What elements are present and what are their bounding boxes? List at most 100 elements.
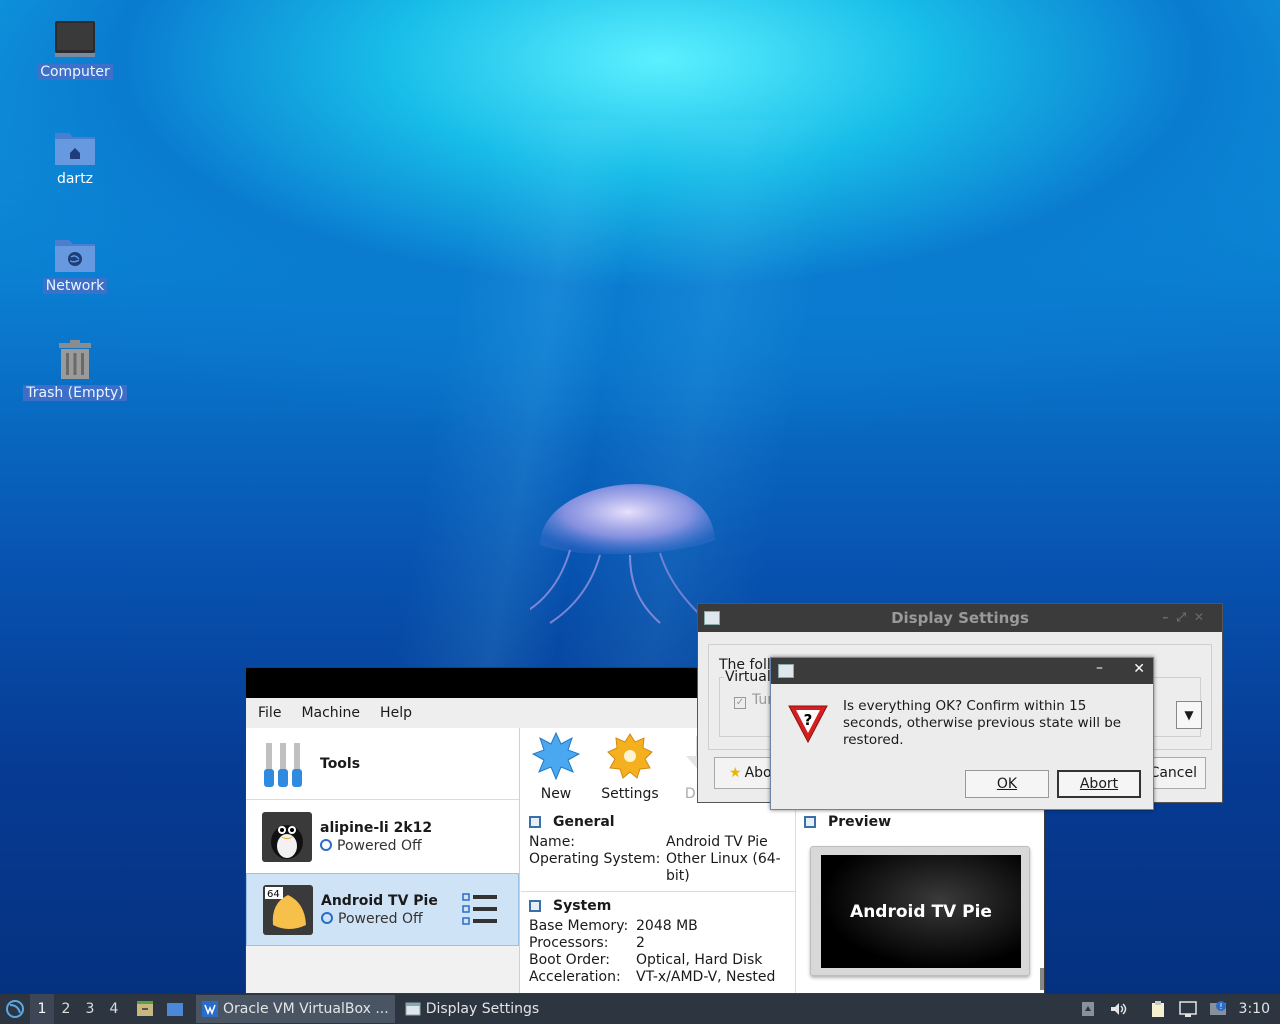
settings-label: Settings (601, 786, 659, 802)
preview-section-header[interactable]: Preview (796, 808, 1044, 834)
vm-item-alpine[interactable]: alipine-li 2k12 Powered Off (246, 800, 519, 873)
svg-text:?: ? (804, 711, 813, 729)
close-icon[interactable]: ✕ (1133, 661, 1145, 677)
os-value: Other Linux (64-bit) (666, 851, 781, 884)
show-desktop-icon[interactable] (166, 1000, 184, 1018)
vm-item-text: Android TV Pie Powered Off (321, 893, 438, 927)
svg-text:64: 64 (267, 889, 280, 900)
name-label: Name: (529, 834, 576, 850)
window-icon (704, 611, 720, 625)
clipboard-eject-icon[interactable] (1079, 1000, 1097, 1018)
menu-machine[interactable]: Machine (301, 705, 360, 721)
lxqt-logo-icon (6, 1000, 24, 1018)
linux-penguin-icon (262, 811, 312, 862)
volume-icon[interactable] (1109, 1000, 1127, 1018)
name-value: Android TV Pie (666, 834, 768, 850)
about-label: Abo (744, 765, 772, 781)
desktop-icon-computer[interactable]: Computer (20, 18, 130, 80)
abort-button[interactable]: Abort (1057, 770, 1141, 798)
new-button[interactable]: New (527, 732, 585, 802)
settings-button[interactable]: Settings (601, 732, 659, 802)
vm-item-android-tv-pie[interactable]: 64 Android TV Pie Powered Off (246, 873, 519, 946)
desktop-icon-label: Network (42, 278, 108, 294)
desktop-icon-network[interactable]: Network (20, 232, 130, 294)
vm-state-label: Powered Off (338, 910, 423, 927)
task-display-settings[interactable]: Display Settings (399, 995, 545, 1023)
monitor-icon (55, 21, 95, 57)
workspace-1[interactable]: 1 (30, 994, 54, 1024)
workspace-4[interactable]: 4 (102, 994, 126, 1024)
confirm-message: Is everything OK? Confirm within 15 seco… (843, 698, 1122, 748)
general-icon (529, 816, 541, 828)
memory-value: 2048 MB (636, 918, 698, 934)
minimize-icon[interactable]: – (1096, 660, 1103, 676)
desktop-icon-label: Trash (Empty) (23, 385, 127, 401)
details-scrollbar[interactable] (1040, 968, 1044, 990)
group-label: Virtual- (724, 669, 777, 685)
general-section-header[interactable]: General (521, 808, 795, 834)
workspace-3[interactable]: 3 (78, 994, 102, 1024)
tools-label: Tools (320, 755, 361, 772)
desktop-icon-label: Computer (37, 64, 113, 80)
clipboard-icon[interactable] (1149, 1000, 1167, 1018)
taskbar: 1 2 3 4 Oracle VM VirtualBox ... Display… (0, 994, 1280, 1024)
new-starburst-icon (532, 732, 580, 780)
task-label: Oracle VM VirtualBox ... (223, 1001, 389, 1017)
desktop-icon-label: dartz (56, 171, 94, 187)
processors-label: Processors: (529, 935, 609, 951)
display-settings-titlebar[interactable]: Display Settings –⤢✕ (698, 604, 1222, 632)
network-folder-icon (55, 240, 95, 272)
confirm-dialog: – ✕ ? Is everything OK? Confirm within 1… (770, 657, 1154, 810)
combo-dropdown-button[interactable]: ▼ (1176, 701, 1202, 729)
checkbox-checked-icon: ✓ (734, 697, 746, 709)
vm-state: Powered Off (320, 838, 432, 854)
memory-label: Base Memory: (529, 918, 629, 934)
window-icon (778, 664, 794, 678)
vm-name: alipine-li 2k12 (320, 819, 433, 836)
star-icon: ★ (729, 765, 742, 781)
network-monitor-icon[interactable] (1178, 1000, 1197, 1018)
notification-icon[interactable]: ! (1209, 1000, 1227, 1018)
desktop-icon-home-folder[interactable]: dartz (20, 125, 130, 187)
vm-item-text: alipine-li 2k12 Powered Off (320, 820, 432, 854)
menu-file[interactable]: File (258, 705, 281, 721)
desktop-icon-trash[interactable]: Trash (Empty) (20, 339, 130, 401)
task-label: Display Settings (425, 1001, 540, 1017)
system-tray: ! 3:10 (1073, 994, 1280, 1024)
vm-details-menu-icon[interactable] (461, 892, 501, 928)
turn-on-checkbox[interactable]: ✓ Tur (734, 692, 773, 709)
general-heading: General (553, 814, 615, 830)
boot-order-label: Boot Order: (529, 952, 610, 968)
system-section-header[interactable]: System (521, 892, 795, 918)
task-virtualbox[interactable]: Oracle VM VirtualBox ... (196, 995, 395, 1023)
vm-state-label: Powered Off (337, 837, 422, 854)
start-menu-button[interactable] (0, 994, 30, 1024)
preview-heading: Preview (828, 814, 892, 830)
acceleration-label: Acceleration: (529, 969, 621, 985)
confirm-titlebar[interactable]: – ✕ (771, 658, 1153, 684)
vm-list-panel: Tools alipine-li 2k12 Powered Off 64 And… (246, 728, 520, 993)
menu-help[interactable]: Help (380, 705, 412, 721)
gear-icon (607, 733, 653, 779)
os-label: Operating System: (529, 851, 661, 867)
virtualbox-icon (202, 1001, 218, 1017)
cancel-label: Cancel (1149, 765, 1197, 781)
display-settings-title: Display Settings (891, 609, 1029, 627)
clock[interactable]: 3:10 (1233, 1001, 1280, 1017)
general-section: Name: Android TV Pie Operating System: O… (521, 834, 795, 885)
wallpaper-jellyfish (530, 484, 715, 624)
question-warning-icon: ? (788, 705, 828, 744)
preview-frame: Android TV Pie (810, 846, 1030, 976)
vm-name: Android TV Pie (321, 892, 438, 909)
workspace-2[interactable]: 2 (54, 994, 78, 1024)
acceleration-value: VT-x/AMD-V, Nested (636, 969, 776, 985)
window-controls[interactable]: –⤢✕ (1162, 610, 1212, 625)
preview-pane: Preview Android TV Pie (796, 808, 1044, 993)
file-manager-icon[interactable] (136, 1000, 154, 1018)
preview-icon (804, 816, 816, 828)
tools-item[interactable]: Tools (246, 728, 519, 800)
trash-icon (59, 340, 91, 379)
system-section: Base Memory: 2048 MB Processors: 2 Boot … (521, 918, 795, 986)
ok-button[interactable]: OK (965, 770, 1049, 798)
processors-value: 2 (636, 935, 645, 951)
